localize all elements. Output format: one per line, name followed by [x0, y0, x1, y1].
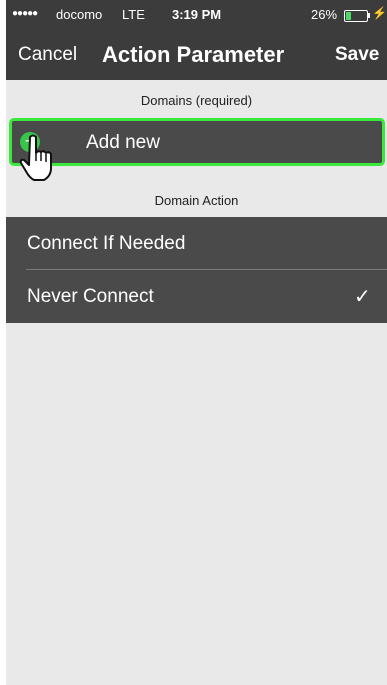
carrier-name: docomo [56, 7, 103, 22]
battery-percent: 26% [311, 7, 338, 22]
screen: ●●●●● docomo LTE 3:19 PM 26% ⚡ Cancel Ac… [6, 0, 387, 685]
domains-section-header: Domains (required) [140, 93, 253, 108]
battery-fill [346, 12, 351, 20]
option-connect-if-needed[interactable]: Connect If Needed [6, 217, 387, 270]
status-bar: ●●●●● docomo LTE 3:19 PM 26% ⚡ [6, 0, 387, 30]
option-never-connect[interactable]: Never Connect ✓ [6, 270, 387, 323]
pointer-hand-icon [19, 134, 52, 181]
domain-action-section-header: Domain Action [154, 193, 239, 208]
navigation-bar: Cancel Action Parameter Save [6, 30, 387, 80]
cancel-button[interactable]: Cancel [18, 44, 77, 66]
battery-icon [344, 10, 368, 22]
option-label: Connect If Needed [27, 233, 186, 254]
network-type: LTE [122, 7, 145, 22]
domain-action-list: Connect If Needed Never Connect ✓ [6, 217, 387, 323]
option-label: Never Connect [27, 286, 154, 307]
add-new-domain-button[interactable]: + Add new [9, 118, 385, 166]
save-button[interactable]: Save [335, 44, 379, 66]
clock: 3:19 PM [172, 7, 222, 22]
add-new-label: Add new [86, 132, 160, 153]
signal-strength-icon: ●●●●● [12, 8, 38, 19]
page-title: Action Parameter [102, 42, 285, 67]
checkmark-icon: ✓ [354, 286, 371, 308]
battery-tip [368, 13, 370, 18]
charging-bolt-icon: ⚡ [372, 6, 387, 20]
